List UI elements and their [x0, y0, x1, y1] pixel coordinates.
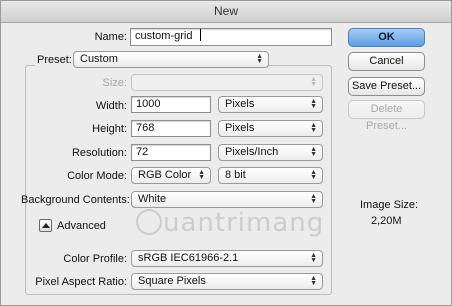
select-arrows-icon: ▲ ▼	[310, 169, 317, 181]
height-unit-select[interactable]: Pixels ▲ ▼	[218, 120, 323, 137]
preset-select[interactable]: Custom ▲ ▼	[73, 51, 269, 68]
image-size-label: Image Size:	[360, 199, 419, 211]
select-arrows-icon: ▲ ▼	[198, 169, 205, 181]
height-input[interactable]: 768	[131, 120, 211, 137]
width-label: Width:	[95, 100, 127, 112]
window-title: New	[1, 1, 451, 23]
color-profile-label: Color Profile:	[63, 253, 127, 265]
select-arrows-icon: ▲ ▼	[256, 53, 263, 65]
name-label: Name:	[94, 31, 127, 43]
size-label: Size:	[102, 77, 127, 89]
background-contents-label: Background Contents:	[21, 194, 130, 206]
preset-label: Preset:	[35, 54, 74, 66]
new-document-dialog: New Name: custom-grid Preset: Custom ▲ ▼ …	[0, 0, 452, 306]
bit-depth-value: 8 bit	[225, 169, 246, 181]
select-arrows-icon: ▲ ▼	[310, 252, 317, 264]
select-arrows-icon: ▲ ▼	[310, 76, 317, 88]
advanced-disclosure-button[interactable]	[39, 219, 52, 232]
watermark-logo-icon	[136, 209, 162, 235]
width-input[interactable]: 1000	[131, 96, 211, 113]
pixel-aspect-ratio-value: Square Pixels	[138, 275, 206, 287]
size-select[interactable]: ▲ ▼	[131, 74, 323, 91]
preset-value: Custom	[80, 53, 118, 65]
select-arrows-icon: ▲ ▼	[310, 146, 317, 158]
save-preset-button[interactable]: Save Preset...	[348, 77, 425, 96]
disclosure-triangle-icon	[42, 223, 50, 228]
bit-depth-select[interactable]: 8 bit ▲ ▼	[218, 167, 323, 184]
background-contents-value: White	[138, 193, 167, 205]
width-unit-select[interactable]: Pixels ▲ ▼	[218, 96, 323, 113]
pixel-aspect-ratio-select[interactable]: Square Pixels ▲ ▼	[131, 273, 323, 290]
resolution-unit-select[interactable]: Pixels/Inch ▲ ▼	[218, 144, 323, 161]
cancel-button[interactable]: Cancel	[348, 52, 425, 71]
select-arrows-icon: ▲ ▼	[310, 193, 317, 205]
resolution-unit-value: Pixels/Inch	[225, 146, 279, 158]
color-mode-select[interactable]: RGB Color ▲ ▼	[131, 167, 211, 184]
name-value: custom-grid	[135, 30, 193, 42]
resolution-label: Resolution:	[71, 147, 127, 159]
width-unit-value: Pixels	[225, 98, 255, 110]
advanced-label: Advanced	[57, 220, 106, 232]
color-profile-value: sRGB IEC61966-2.1	[138, 252, 239, 264]
color-profile-select[interactable]: sRGB IEC61966-2.1 ▲ ▼	[131, 250, 323, 267]
height-unit-value: Pixels	[225, 122, 255, 134]
background-contents-select[interactable]: White ▲ ▼	[131, 191, 323, 208]
select-arrows-icon: ▲ ▼	[310, 275, 317, 287]
image-size-value: 2,20M	[371, 215, 402, 227]
text-caret	[200, 29, 202, 41]
select-arrows-icon: ▲ ▼	[310, 122, 317, 134]
name-input[interactable]: custom-grid	[130, 28, 332, 46]
resolution-input[interactable]: 72	[131, 144, 211, 161]
pixel-aspect-ratio-label: Pixel Aspect Ratio:	[35, 276, 127, 288]
delete-preset-button[interactable]: Delete Preset...	[348, 100, 425, 132]
ok-button[interactable]: OK	[348, 28, 425, 47]
height-label: Height:	[92, 123, 127, 135]
color-mode-value: RGB Color	[138, 169, 192, 181]
color-mode-label: Color Mode:	[67, 170, 127, 182]
select-arrows-icon: ▲ ▼	[310, 98, 317, 110]
